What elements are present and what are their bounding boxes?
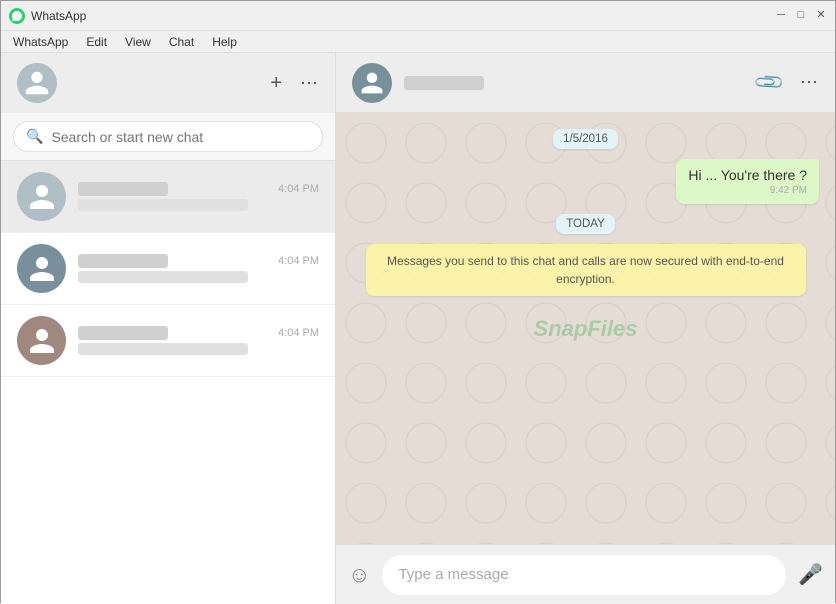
search-bar: 🔍 — [1, 113, 335, 161]
watermark: SnapFiles — [534, 316, 638, 342]
chat-time: 4:04 PM — [278, 255, 319, 267]
contact-avatar — [17, 244, 66, 293]
date-badge: 1/5/2016 — [553, 129, 618, 149]
message-input[interactable] — [382, 555, 786, 595]
contact-info — [404, 76, 745, 90]
contact-avatar — [17, 172, 66, 221]
search-input[interactable] — [51, 129, 310, 145]
contact-avatar — [17, 316, 66, 365]
date-badge: TODAY — [556, 214, 615, 234]
menu-chat[interactable]: Chat — [161, 33, 202, 51]
right-header: 📎 ⋯ — [336, 53, 835, 113]
left-panel: + ⋯ 🔍 4:04 PM — [1, 53, 336, 604]
attach-button[interactable]: 📎 — [752, 65, 787, 100]
search-icon: 🔍 — [26, 128, 43, 145]
contact-name — [78, 182, 168, 196]
profile-avatar[interactable] — [17, 63, 57, 103]
chat-info: 4:04 PM — [78, 326, 319, 355]
messages-area: SnapFiles 1/5/2016 Hi ... You're there ?… — [336, 113, 835, 544]
message-text: Hi ... You're there ? — [688, 167, 807, 183]
chat-time: 4:04 PM — [278, 183, 319, 195]
chat-info: 4:04 PM — [78, 254, 319, 283]
more-options-button[interactable]: ⋯ — [800, 72, 819, 93]
maximize-button[interactable]: □ — [795, 10, 807, 22]
window-title: WhatsApp — [31, 9, 775, 23]
menu-whatsapp[interactable]: WhatsApp — [5, 33, 76, 51]
chat-preview — [78, 343, 248, 355]
contact-name — [78, 254, 168, 268]
menu-help[interactable]: Help — [204, 33, 245, 51]
chat-item[interactable]: 4:04 PM — [1, 305, 335, 377]
app-container: + ⋯ 🔍 4:04 PM — [1, 53, 835, 604]
menu-bar: WhatsApp Edit View Chat Help — [1, 31, 835, 53]
menu-edit[interactable]: Edit — [78, 33, 115, 51]
message-wrapper: Hi ... You're there ? 9:42 PM — [352, 159, 819, 204]
close-button[interactable]: ✕ — [815, 10, 827, 22]
left-header-actions: + ⋯ — [270, 72, 319, 95]
emoji-button[interactable]: ☺ — [348, 562, 370, 588]
message-bubble: Hi ... You're there ? 9:42 PM — [676, 159, 819, 204]
left-header: + ⋯ — [1, 53, 335, 113]
chat-list: 4:04 PM 4:04 PM — [1, 161, 335, 604]
active-contact-name — [404, 76, 484, 90]
chat-time: 4:04 PM — [278, 327, 319, 339]
input-area: ☺ 🎤 — [336, 544, 835, 604]
window-controls[interactable]: ─ □ ✕ — [775, 10, 827, 22]
chat-info: 4:04 PM — [78, 182, 319, 211]
contact-name — [78, 326, 168, 340]
title-bar: WhatsApp ─ □ ✕ — [1, 1, 835, 31]
menu-view[interactable]: View — [117, 33, 159, 51]
chat-preview — [78, 199, 248, 211]
app-icon — [9, 8, 25, 24]
encryption-notice: Messages you send to this chat and calls… — [366, 244, 806, 296]
right-header-actions: 📎 ⋯ — [757, 70, 819, 95]
chat-item[interactable]: 4:04 PM — [1, 233, 335, 305]
message-time: 9:42 PM — [688, 185, 807, 196]
chat-item[interactable]: 4:04 PM — [1, 161, 335, 233]
active-contact-avatar[interactable] — [352, 63, 392, 103]
chat-preview — [78, 271, 248, 283]
search-input-wrapper[interactable]: 🔍 — [13, 121, 323, 152]
right-panel: 📎 ⋯ SnapFiles 1/5/2016 Hi ... You're the… — [336, 53, 835, 604]
mic-button[interactable]: 🎤 — [798, 562, 823, 587]
new-chat-button[interactable]: + — [270, 72, 282, 95]
more-options-button[interactable]: ⋯ — [300, 73, 319, 94]
minimize-button[interactable]: ─ — [775, 10, 787, 22]
